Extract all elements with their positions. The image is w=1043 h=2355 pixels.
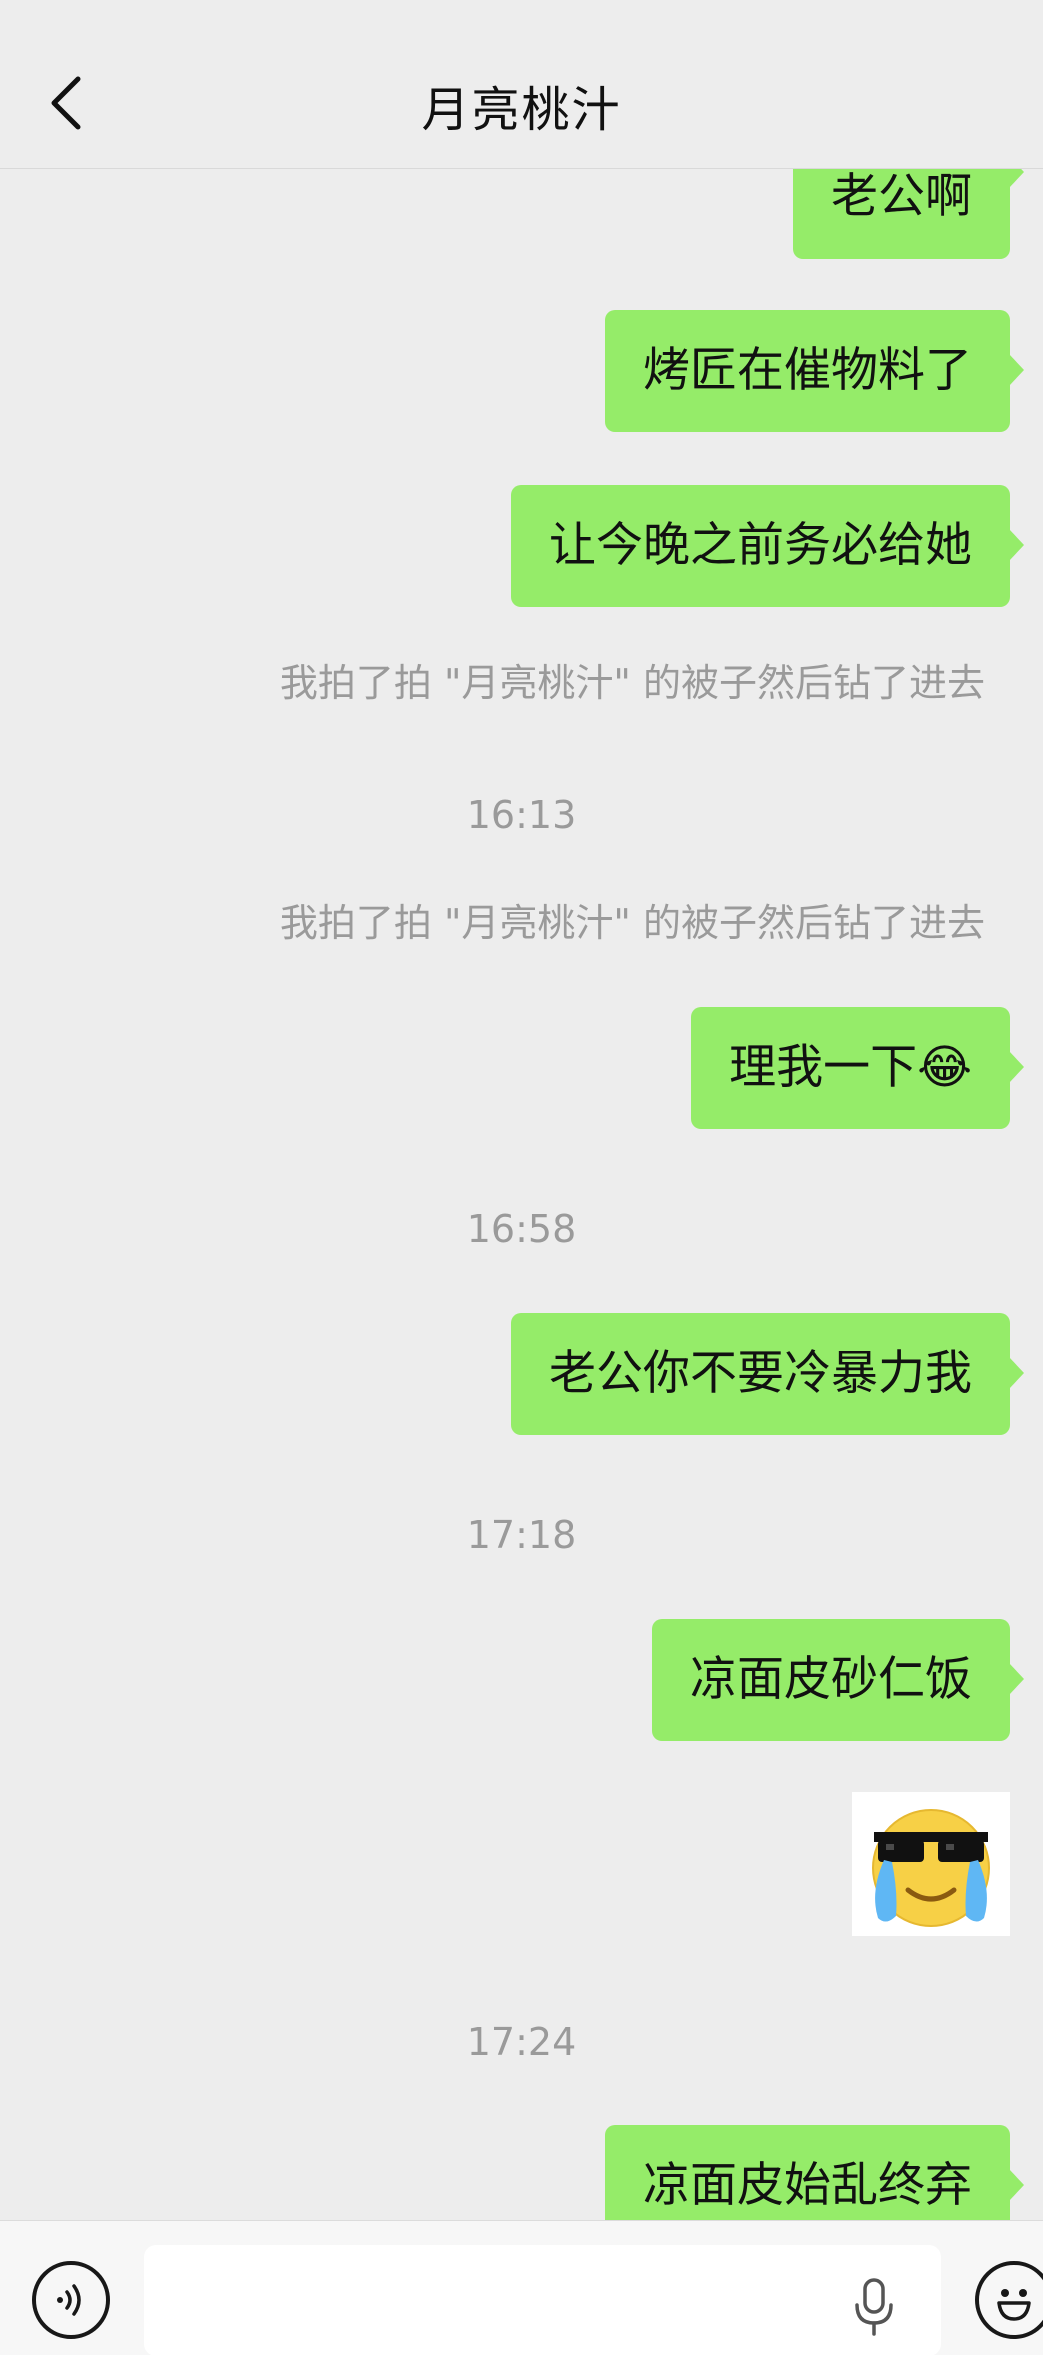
chat-header: 月亮桃汁 <box>0 0 1043 169</box>
sticker-message[interactable] <box>852 1792 1010 1936</box>
crying-sunglasses-emoji-sticker <box>872 1809 990 1927</box>
timestamp: 16:13 <box>466 793 577 837</box>
timestamp: 17:18 <box>466 1513 577 1557</box>
message-list[interactable]: 老公啊 烤匠在催物料了 让今晚之前务必给她 我拍了拍 "月亮桃汁" 的被子然后钻… <box>0 0 1043 2220</box>
microphone-icon <box>855 2278 893 2336</box>
message-bubble[interactable]: 老公你不要冷暴力我 <box>511 1313 1024 1435</box>
message-text: 凉面皮砂仁饭 <box>690 1652 972 1707</box>
chat-screen: 老公啊 烤匠在催物料了 让今晚之前务必给她 我拍了拍 "月亮桃汁" 的被子然后钻… <box>0 0 1043 2355</box>
system-notice: 我拍了拍 "月亮桃汁" 的被子然后钻了进去 <box>279 901 985 945</box>
emoji-icon <box>997 2289 1031 2321</box>
message-text: 烤匠在催物料了 <box>643 343 972 398</box>
message-text: 凉面皮始乱终弃 <box>643 2158 972 2213</box>
input-bar <box>0 2220 1043 2355</box>
message-bubble[interactable]: 凉面皮始乱终弃 <box>605 2125 1024 2220</box>
message-bubble[interactable]: 烤匠在催物料了 <box>605 310 1024 432</box>
voice-mode-button[interactable] <box>32 2261 110 2339</box>
page-title: 月亮桃汁 <box>421 82 622 138</box>
timestamp: 16:58 <box>466 1207 577 1251</box>
system-notice: 我拍了拍 "月亮桃汁" 的被子然后钻了进去 <box>279 661 985 705</box>
microphone-button[interactable] <box>850 2277 898 2341</box>
message-text: 让今晚之前务必给她 <box>549 518 972 573</box>
message-bubble[interactable]: 让今晚之前务必给她 <box>511 485 1024 607</box>
emoji-button[interactable] <box>975 2261 1043 2339</box>
message-input[interactable] <box>144 2245 941 2355</box>
timestamp: 17:24 <box>466 2020 577 2064</box>
voice-mode-icon <box>57 2284 81 2316</box>
message-bubble[interactable]: 凉面皮砂仁饭 <box>652 1619 1024 1741</box>
message-text: 理我一下😂 <box>729 1040 972 1095</box>
message-bubble[interactable]: 理我一下😂 <box>691 1007 1024 1129</box>
message-text: 老公啊 <box>831 169 972 224</box>
message-text: 老公你不要冷暴力我 <box>549 1346 972 1401</box>
